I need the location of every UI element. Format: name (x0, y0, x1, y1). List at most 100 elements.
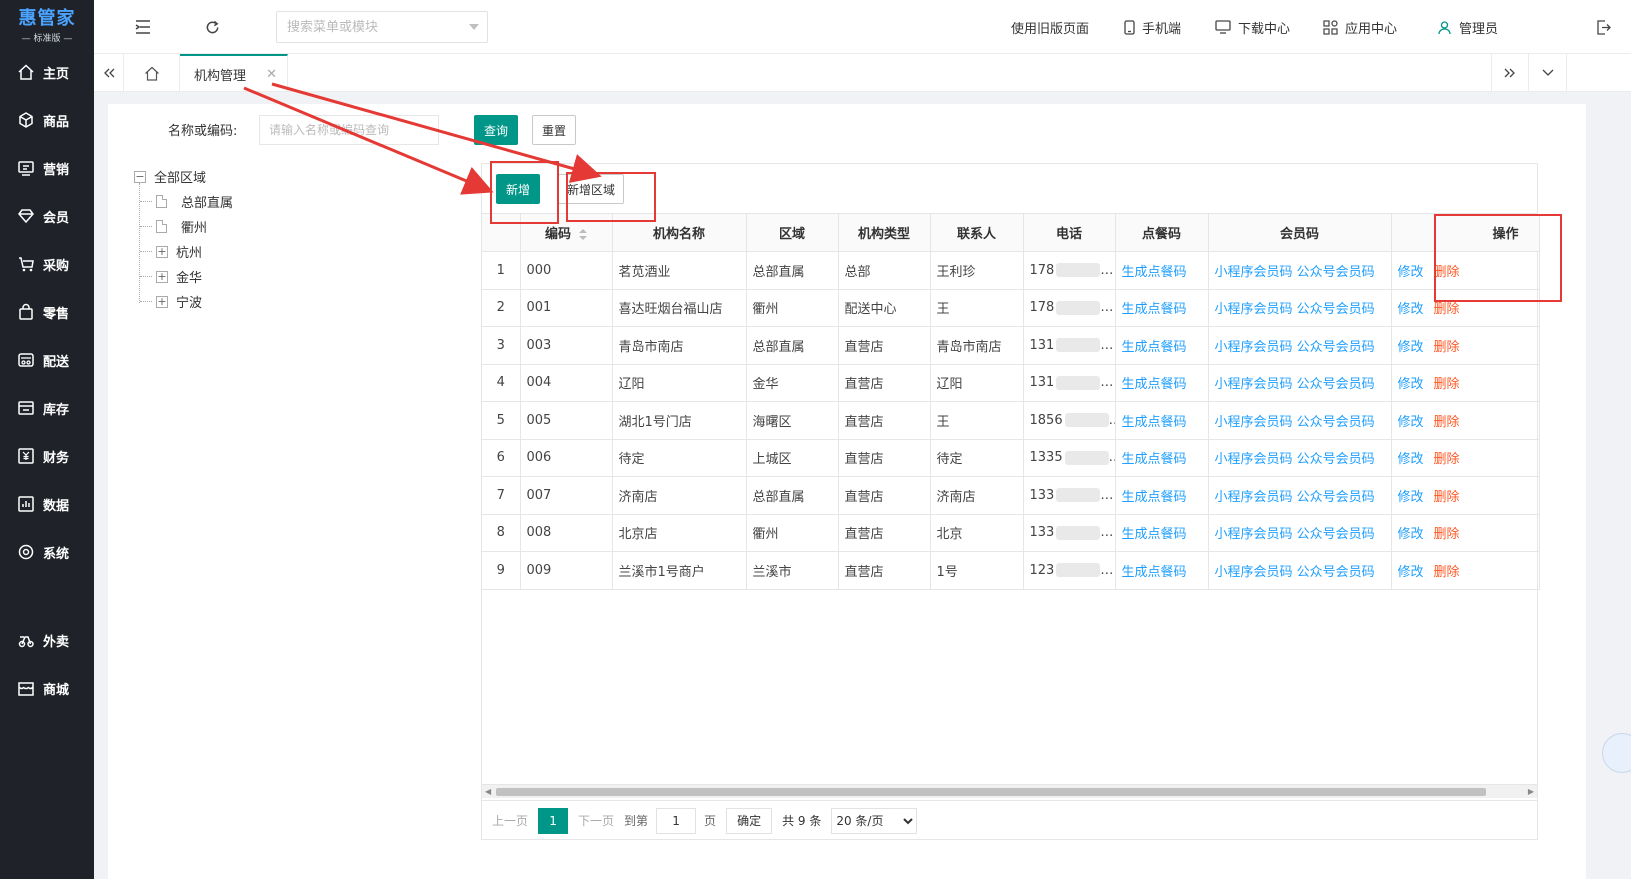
tab-org-management[interactable]: 机构管理 ✕ (180, 54, 288, 92)
prev-page-button[interactable]: 上一页 (492, 812, 528, 829)
delete-link[interactable]: 删除 (1434, 302, 1460, 317)
brand-logo[interactable]: 惠管家 — 标准版 — (0, 0, 94, 48)
page-1-button[interactable]: 1 (538, 807, 569, 834)
menu-search[interactable] (276, 11, 488, 43)
delete-link[interactable]: 删除 (1434, 265, 1460, 280)
mini-program-member-code-link[interactable]: 小程序会员码 (1215, 302, 1293, 317)
page-number-input[interactable] (656, 807, 697, 834)
query-button[interactable]: 查询 (474, 115, 518, 145)
horizontal-scrollbar[interactable]: ◀ ▶ (482, 784, 1537, 798)
user-menu[interactable]: 管理员 (1437, 17, 1498, 37)
official-account-member-code-link[interactable]: 公众号会员码 (1297, 415, 1375, 430)
mini-program-member-code-link[interactable]: 小程序会员码 (1215, 377, 1293, 392)
column-header[interactable]: 编码 (520, 214, 613, 252)
sidebar-item-cart[interactable]: 采购 (0, 240, 94, 288)
mini-program-member-code-link[interactable]: 小程序会员码 (1215, 527, 1293, 542)
menu-toggle-icon[interactable] (130, 14, 156, 40)
mini-program-member-code-link[interactable]: 小程序会员码 (1215, 340, 1293, 355)
delete-link[interactable]: 删除 (1434, 527, 1460, 542)
refresh-icon[interactable] (199, 14, 225, 40)
confirm-page-button[interactable]: 确定 (726, 807, 773, 834)
tree-node[interactable]: + 杭州 (134, 239, 434, 264)
edit-link[interactable]: 修改 (1398, 265, 1424, 280)
sidebar-item-truck[interactable]: 配送 (0, 336, 94, 384)
sidebar-item-mall[interactable]: 商城 (0, 664, 94, 712)
sidebar-item-money[interactable]: 财务 (0, 432, 94, 480)
scroll-right-icon[interactable]: ▶ (1528, 787, 1534, 796)
edit-link[interactable]: 修改 (1398, 527, 1424, 542)
official-account-member-code-link[interactable]: 公众号会员码 (1297, 377, 1375, 392)
tree-node[interactable]: 衢州 (134, 214, 434, 239)
tree-node-root[interactable]: − 全部区域 (134, 164, 434, 189)
delete-link[interactable]: 删除 (1434, 415, 1460, 430)
sidebar-item-bag[interactable]: 零售 (0, 288, 94, 336)
edit-link[interactable]: 修改 (1398, 490, 1424, 505)
edit-link[interactable]: 修改 (1398, 302, 1424, 317)
generate-order-code-link[interactable]: 生成点餐码 (1122, 302, 1187, 317)
edit-link[interactable]: 修改 (1398, 452, 1424, 467)
tabs-scroll-right-icon[interactable] (1491, 54, 1529, 92)
sidebar-item-chat[interactable]: 营销 (0, 144, 94, 192)
edit-link[interactable]: 修改 (1398, 340, 1424, 355)
collapse-icon[interactable]: − (134, 170, 146, 183)
download-center-link[interactable]: 下载中心 (1215, 17, 1290, 37)
generate-order-code-link[interactable]: 生成点餐码 (1122, 415, 1187, 430)
delete-link[interactable]: 删除 (1434, 340, 1460, 355)
mobile-link[interactable]: 手机端 (1124, 17, 1181, 37)
mini-program-member-code-link[interactable]: 小程序会员码 (1215, 265, 1293, 280)
scroll-left-icon[interactable]: ◀ (485, 787, 491, 796)
scrollbar-thumb[interactable] (496, 788, 1486, 796)
tabs-menu-chevron-down-icon[interactable] (1529, 54, 1567, 92)
tree-node[interactable]: + 金华 (134, 264, 434, 289)
tree-node[interactable]: + 宁波 (134, 289, 434, 314)
official-account-member-code-link[interactable]: 公众号会员码 (1297, 302, 1375, 317)
generate-order-code-link[interactable]: 生成点餐码 (1122, 490, 1187, 505)
expand-icon[interactable]: + (156, 295, 168, 308)
expand-icon[interactable]: + (156, 245, 168, 258)
delete-link[interactable]: 删除 (1434, 565, 1460, 580)
edit-link[interactable]: 修改 (1398, 415, 1424, 430)
tabs-scroll-left-icon[interactable] (94, 54, 124, 92)
menu-search-input[interactable] (277, 12, 457, 42)
sidebar-item-box[interactable]: 商品 (0, 96, 94, 144)
edit-link[interactable]: 修改 (1398, 377, 1424, 392)
generate-order-code-link[interactable]: 生成点餐码 (1122, 377, 1187, 392)
sidebar-item-diamond[interactable]: 会员 (0, 192, 94, 240)
chevron-down-icon[interactable] (469, 24, 479, 30)
app-center-link[interactable]: 应用中心 (1323, 17, 1397, 37)
official-account-member-code-link[interactable]: 公众号会员码 (1297, 340, 1375, 355)
next-page-button[interactable]: 下一页 (578, 812, 614, 829)
sort-icon[interactable] (579, 229, 587, 240)
expand-icon[interactable]: + (156, 270, 168, 283)
name-code-search-input[interactable] (259, 115, 439, 145)
official-account-member-code-link[interactable]: 公众号会员码 (1297, 452, 1375, 467)
official-account-member-code-link[interactable]: 公众号会员码 (1297, 565, 1375, 580)
official-account-member-code-link[interactable]: 公众号会员码 (1297, 265, 1375, 280)
delete-link[interactable]: 删除 (1434, 452, 1460, 467)
generate-order-code-link[interactable]: 生成点餐码 (1122, 340, 1187, 355)
official-account-member-code-link[interactable]: 公众号会员码 (1297, 490, 1375, 505)
mini-program-member-code-link[interactable]: 小程序会员码 (1215, 490, 1293, 505)
tab-home[interactable] (124, 54, 180, 92)
delete-link[interactable]: 删除 (1434, 377, 1460, 392)
sidebar-item-chart[interactable]: 数据 (0, 480, 94, 528)
sidebar-item-store[interactable]: 库存 (0, 384, 94, 432)
generate-order-code-link[interactable]: 生成点餐码 (1122, 265, 1187, 280)
mini-program-member-code-link[interactable]: 小程序会员码 (1215, 415, 1293, 430)
logout-icon[interactable] (1590, 14, 1616, 40)
mini-program-member-code-link[interactable]: 小程序会员码 (1215, 565, 1293, 580)
close-icon[interactable]: ✕ (266, 67, 277, 82)
sidebar-item-home[interactable]: 主页 (0, 48, 94, 96)
edit-link[interactable]: 修改 (1398, 565, 1424, 580)
official-account-member-code-link[interactable]: 公众号会员码 (1297, 527, 1375, 542)
add-region-button[interactable]: 新增区域 (558, 174, 624, 204)
generate-order-code-link[interactable]: 生成点餐码 (1122, 452, 1187, 467)
tree-node[interactable]: 总部直属 (134, 189, 434, 214)
sidebar-item-takeaway[interactable]: 外卖 (0, 616, 94, 664)
generate-order-code-link[interactable]: 生成点餐码 (1122, 565, 1187, 580)
generate-order-code-link[interactable]: 生成点餐码 (1122, 527, 1187, 542)
add-org-button[interactable]: 新增 (496, 174, 540, 204)
float-assistant-icon[interactable] (1602, 733, 1631, 773)
reset-button[interactable]: 重置 (532, 115, 576, 145)
page-size-select[interactable]: 20 条/页 (831, 807, 918, 834)
